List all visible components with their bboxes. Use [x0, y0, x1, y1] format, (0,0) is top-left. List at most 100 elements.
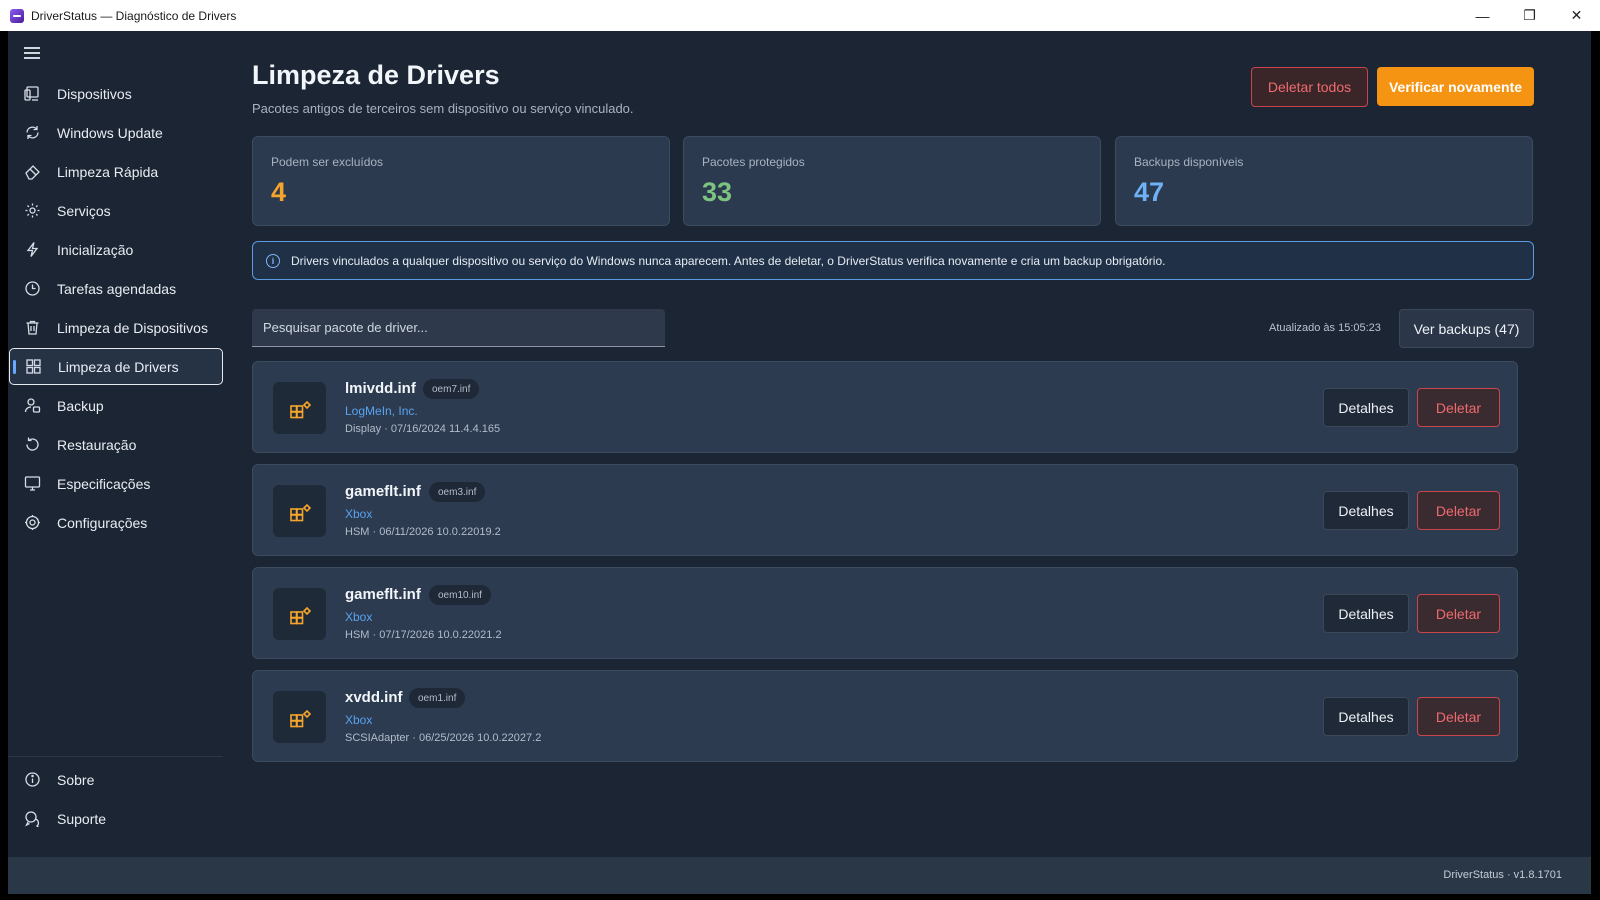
backup-icon [23, 397, 41, 415]
driver-card: lmivdd.inf oem7.inf LogMeIn, Inc. Displa… [252, 361, 1518, 453]
sidebar-item-suporte[interactable]: Suporte [9, 800, 223, 837]
driver-vendor-link[interactable]: Xbox [345, 713, 372, 727]
gear-icon [23, 202, 41, 220]
info-icon: i [266, 253, 280, 268]
delete-button[interactable]: Deletar [1417, 594, 1500, 633]
sidebar-item-limpeza-drivers[interactable]: Limpeza de Drivers [9, 348, 223, 385]
driver-name: lmivdd.inf [345, 380, 416, 397]
sidebar: Dispositivos Windows Update Limpeza Rápi… [8, 31, 228, 857]
sidebar-item-label: Especificações [57, 475, 151, 492]
view-backups-button[interactable]: Ver backups (47) [1399, 309, 1534, 348]
sidebar-item-limpeza-dispositivos[interactable]: Limpeza de Dispositivos [9, 309, 223, 346]
driver-name: gameflt.inf [345, 586, 421, 603]
search-input[interactable] [252, 309, 665, 347]
driver-card: gameflt.inf oem3.inf Xbox HSM · 06/11/20… [252, 464, 1518, 556]
driver-meta: HSM · 06/11/2026 10.0.22019.2 [345, 526, 501, 538]
menu-toggle-icon[interactable] [24, 47, 40, 59]
minimize-button[interactable]: — [1459, 0, 1506, 31]
sidebar-item-label: Dispositivos [57, 85, 132, 102]
stat-value: 4 [271, 177, 287, 207]
sidebar-item-label: Inicialização [57, 241, 134, 258]
sidebar-item-backup[interactable]: Backup [9, 387, 223, 424]
oem-badge: oem3.inf [429, 482, 486, 502]
stat-label: Podem ser excluídos [271, 155, 384, 169]
sidebar-item-label: Restauração [57, 436, 137, 453]
stat-value: 47 [1134, 177, 1165, 207]
verify-again-button[interactable]: Verificar novamente [1377, 67, 1534, 106]
oem-badge: oem10.inf [429, 585, 491, 605]
stat-label: Pacotes protegidos [702, 155, 805, 169]
sidebar-item-label: Serviços [57, 202, 111, 219]
sidebar-item-label: Configurações [57, 514, 148, 531]
driver-meta: SCSIAdapter · 06/25/2026 10.0.22027.2 [345, 732, 542, 744]
oem-badge: oem7.inf [423, 379, 480, 399]
restore-icon [23, 436, 41, 454]
main-content: Limpeza de Drivers Pacotes antigos de te… [244, 31, 1534, 857]
app-logo-icon [10, 8, 24, 23]
delete-button[interactable]: Deletar [1417, 697, 1500, 736]
sidebar-item-especificacoes[interactable]: Especificações [9, 465, 223, 502]
sidebar-item-tarefas-agendadas[interactable]: Tarefas agendadas [9, 270, 223, 307]
stat-card-backups: Backups disponíveis 47 [1115, 136, 1533, 226]
stat-card-protected: Pacotes protegidos 33 [683, 136, 1101, 226]
title-bar: DriverStatus — Diagnóstico de Drivers — … [0, 0, 1600, 31]
grid-icon [24, 358, 42, 376]
clock-icon [23, 280, 41, 298]
bolt-icon [23, 241, 41, 259]
page-subtitle: Pacotes antigos de terceiros sem disposi… [252, 101, 634, 116]
driver-meta: HSM · 07/17/2026 10.0.22021.2 [345, 629, 502, 641]
refresh-icon [23, 124, 41, 142]
driver-meta: Display · 07/16/2024 11.4.4.165 [345, 423, 501, 435]
status-footer: DriverStatus · v1.8.1701 [8, 857, 1591, 894]
driver-name: xvdd.inf [345, 689, 403, 706]
sidebar-item-limpeza-rapida[interactable]: Limpeza Rápida [9, 153, 223, 190]
close-button[interactable]: ✕ [1553, 0, 1600, 31]
sidebar-item-label: Windows Update [57, 124, 163, 141]
details-button[interactable]: Detalhes [1323, 491, 1409, 530]
sidebar-item-label: Limpeza Rápida [57, 163, 159, 180]
sidebar-item-configuracoes[interactable]: Configurações [9, 504, 223, 541]
details-button[interactable]: Detalhes [1323, 388, 1409, 427]
sidebar-item-sobre[interactable]: Sobre [9, 761, 223, 798]
eraser-icon [23, 163, 41, 181]
stat-label: Backups disponíveis [1134, 155, 1244, 169]
details-button[interactable]: Detalhes [1323, 594, 1409, 633]
delete-button[interactable]: Deletar [1417, 491, 1500, 530]
page-title: Limpeza de Drivers [252, 60, 500, 90]
sidebar-divider [8, 756, 223, 757]
sidebar-item-restauracao[interactable]: Restauração [9, 426, 223, 463]
info-icon [23, 771, 41, 789]
delete-all-button[interactable]: Deletar todos [1251, 67, 1368, 107]
monitor-icon [23, 475, 41, 493]
driver-package-icon [273, 382, 326, 434]
trash-icon [23, 319, 41, 337]
sidebar-item-label: Backup [57, 397, 104, 414]
driver-card: xvdd.inf oem1.inf Xbox SCSIAdapter · 06/… [252, 670, 1518, 762]
devices-icon [23, 85, 41, 103]
driver-vendor-link[interactable]: LogMeIn, Inc. [345, 404, 418, 418]
support-icon [23, 810, 41, 828]
sidebar-item-label: Limpeza de Drivers [58, 358, 179, 375]
sidebar-item-servicos[interactable]: Serviços [9, 192, 223, 229]
updated-timestamp: Atualizado às 15:05:23 [1269, 322, 1381, 334]
driver-name: gameflt.inf [345, 483, 421, 500]
settings-icon [23, 514, 41, 532]
window-controls: — ❐ ✕ [1459, 0, 1600, 31]
details-button[interactable]: Detalhes [1323, 697, 1409, 736]
driver-vendor-link[interactable]: Xbox [345, 610, 372, 624]
app-window: Dispositivos Windows Update Limpeza Rápi… [8, 31, 1591, 894]
driver-package-icon [273, 691, 326, 743]
delete-button[interactable]: Deletar [1417, 388, 1500, 427]
driver-card: gameflt.inf oem10.inf Xbox HSM · 07/17/2… [252, 567, 1518, 659]
sidebar-item-dispositivos[interactable]: Dispositivos [9, 75, 223, 112]
sidebar-item-inicializacao[interactable]: Inicialização [9, 231, 223, 268]
info-banner: i Drivers vinculados a qualquer disposit… [252, 241, 1534, 280]
driver-vendor-link[interactable]: Xbox [345, 507, 372, 521]
sidebar-item-label: Sobre [57, 771, 95, 788]
stat-value: 33 [702, 177, 733, 207]
info-banner-text: Drivers vinculados a qualquer dispositiv… [291, 253, 1166, 268]
sidebar-item-windows-update[interactable]: Windows Update [9, 114, 223, 151]
sidebar-item-label: Tarefas agendadas [57, 280, 177, 297]
maximize-button[interactable]: ❐ [1506, 0, 1553, 31]
sidebar-item-label: Suporte [57, 810, 107, 827]
